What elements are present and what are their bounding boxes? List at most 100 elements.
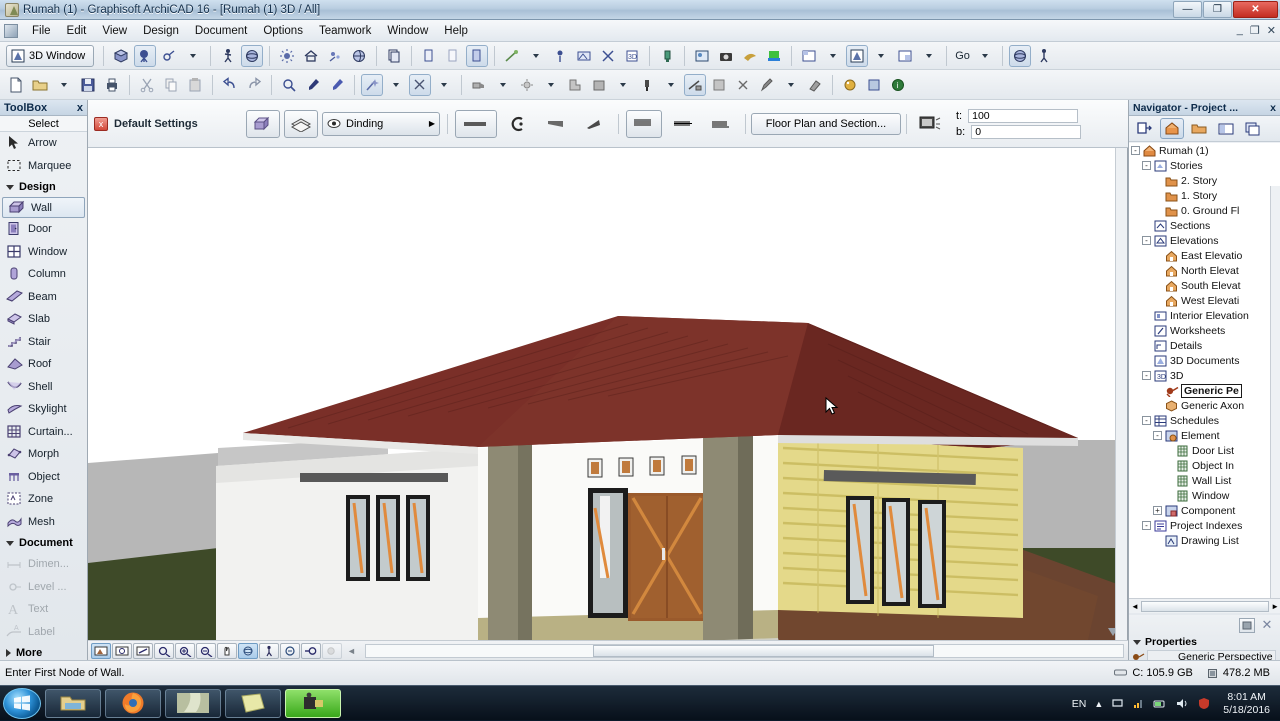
chevron-down-icon[interactable] bbox=[492, 74, 514, 96]
tree-item-details[interactable]: Details bbox=[1129, 338, 1280, 353]
animation-icon[interactable] bbox=[324, 45, 346, 67]
detail-view-icon[interactable] bbox=[894, 45, 916, 67]
toolbox-item-shell[interactable]: Shell bbox=[0, 376, 87, 399]
toolbox-item-stair[interactable]: Stair bbox=[0, 331, 87, 354]
fill-icon[interactable] bbox=[588, 74, 610, 96]
horizontal-scrollbar[interactable] bbox=[364, 643, 1124, 658]
tree-item-elevations[interactable]: - Elevations bbox=[1129, 233, 1280, 248]
info-icon[interactable]: i bbox=[887, 74, 909, 96]
tree-item-door-list[interactable]: Door List bbox=[1129, 443, 1280, 458]
globe-icon[interactable] bbox=[348, 45, 370, 67]
tree-item-object-in[interactable]: Object In bbox=[1129, 458, 1280, 473]
paint-bucket-icon[interactable] bbox=[656, 45, 678, 67]
grid-icon[interactable] bbox=[708, 74, 730, 96]
collapse-icon[interactable]: - bbox=[1131, 146, 1140, 155]
toolbox-group-document[interactable]: Document bbox=[0, 533, 87, 553]
target-icon[interactable] bbox=[549, 45, 571, 67]
collapse-icon[interactable]: - bbox=[1142, 161, 1151, 170]
tree-item-west-elevati[interactable]: West Elevati bbox=[1129, 293, 1280, 308]
pan-icon[interactable] bbox=[217, 642, 237, 659]
chevron-down-icon[interactable] bbox=[918, 45, 940, 67]
menu-item-document[interactable]: Document bbox=[187, 22, 255, 40]
toolbox-item-zone[interactable]: Zone bbox=[0, 488, 87, 511]
menu-item-edit[interactable]: Edit bbox=[59, 22, 95, 40]
menu-item-view[interactable]: View bbox=[94, 22, 135, 40]
tree-item-south-elevat[interactable]: South Elevat bbox=[1129, 278, 1280, 293]
wall-preview-button[interactable] bbox=[246, 109, 280, 138]
home-icon[interactable] bbox=[300, 45, 322, 67]
collapse-icon[interactable]: - bbox=[1142, 416, 1151, 425]
trapezoid-wall-button[interactable] bbox=[539, 110, 573, 138]
tree-item-2--story[interactable]: 2. Story bbox=[1129, 173, 1280, 188]
menu-item-design[interactable]: Design bbox=[135, 22, 187, 40]
sun-tool-icon[interactable] bbox=[516, 74, 538, 96]
measure-icon[interactable] bbox=[501, 45, 523, 67]
save-icon[interactable] bbox=[77, 74, 99, 96]
tree-item-east-elevatio[interactable]: East Elevatio bbox=[1129, 248, 1280, 263]
zoom-rectangle-icon[interactable] bbox=[112, 642, 132, 659]
project-map-icon[interactable] bbox=[1160, 118, 1184, 139]
bird-icon[interactable] bbox=[739, 45, 761, 67]
toolbox-item-wall[interactable]: Wall bbox=[2, 197, 85, 218]
tree-item-0--ground-fl[interactable]: 0. Ground Fl bbox=[1129, 203, 1280, 218]
tree-item-window[interactable]: Window bbox=[1129, 488, 1280, 503]
toolbox-item-roof[interactable]: Roof bbox=[0, 353, 87, 376]
paint-icon[interactable] bbox=[636, 74, 658, 96]
polygon-wall-button[interactable] bbox=[577, 110, 611, 138]
trace-icon[interactable] bbox=[573, 45, 595, 67]
chevron-down-icon[interactable] bbox=[525, 45, 547, 67]
sun-icon[interactable] bbox=[276, 45, 298, 67]
scrollbar-thumb[interactable] bbox=[593, 644, 934, 657]
tree-item-schedules[interactable]: - Schedules bbox=[1129, 413, 1280, 428]
redo-icon[interactable] bbox=[243, 74, 265, 96]
tree-item-component[interactable]: + Component bbox=[1129, 503, 1280, 518]
3d-window-button[interactable]: 3D Window bbox=[6, 44, 95, 67]
toolbox-item-curtain[interactable]: Curtain... bbox=[0, 421, 87, 444]
tree-item-project-indexes[interactable]: - Project Indexes bbox=[1129, 518, 1280, 533]
greenery-icon[interactable] bbox=[763, 45, 785, 67]
tree-item-generic-axon[interactable]: Generic Axon bbox=[1129, 398, 1280, 413]
firefox-icon[interactable] bbox=[105, 688, 161, 718]
tree-item-stories[interactable]: - Stories bbox=[1129, 158, 1280, 173]
eraser-icon[interactable] bbox=[804, 74, 826, 96]
walk-icon[interactable] bbox=[259, 642, 279, 659]
scissors-icon[interactable] bbox=[409, 73, 431, 96]
tree-item-sections[interactable]: Sections bbox=[1129, 218, 1280, 233]
zoom-out-icon[interactable] bbox=[196, 642, 216, 659]
toolbox-group-design[interactable]: Design bbox=[0, 177, 87, 197]
new-document-icon[interactable] bbox=[5, 74, 27, 96]
walk-icon[interactable] bbox=[217, 45, 239, 67]
fit-in-window-icon[interactable] bbox=[91, 642, 111, 659]
tree-item-north-elevat[interactable]: North Elevat bbox=[1129, 263, 1280, 278]
properties-header[interactable]: Properties bbox=[1129, 635, 1280, 649]
chevron-down-icon[interactable] bbox=[870, 45, 892, 67]
tree-item-1--story[interactable]: 1. Story bbox=[1129, 188, 1280, 203]
tree-item-generic-pe[interactable]: Generic Pe bbox=[1129, 383, 1280, 398]
walk-mode-icon[interactable] bbox=[1033, 45, 1055, 67]
toolbox-item-skylight[interactable]: Skylight bbox=[0, 398, 87, 421]
view-map-icon[interactable] bbox=[1187, 118, 1211, 139]
volume-icon[interactable] bbox=[1175, 697, 1189, 710]
info-box-close-icon[interactable]: x bbox=[94, 116, 108, 131]
wall-ref-line-button[interactable] bbox=[626, 109, 662, 138]
tree-item-element[interactable]: - Element bbox=[1129, 428, 1280, 443]
clone-icon[interactable] bbox=[442, 45, 464, 67]
minimize-button[interactable]: — bbox=[1173, 1, 1202, 18]
tree-item-3d-documents[interactable]: 3D Documents bbox=[1129, 353, 1280, 368]
bottom-value[interactable]: 0 bbox=[971, 124, 1082, 139]
explore-icon[interactable] bbox=[280, 642, 300, 659]
notepad-icon[interactable] bbox=[225, 688, 281, 718]
network-icon[interactable] bbox=[1132, 697, 1145, 710]
chevron-down-icon[interactable] bbox=[660, 74, 682, 96]
duplicate-icon[interactable] bbox=[418, 45, 440, 67]
chevron-down-icon[interactable] bbox=[53, 74, 75, 96]
copy-view-icon[interactable] bbox=[383, 45, 405, 67]
toolbox-close-icon[interactable]: x bbox=[77, 102, 83, 114]
publisher-sets-icon[interactable] bbox=[1241, 118, 1265, 139]
align-icon[interactable] bbox=[597, 45, 619, 67]
floor-plan-section-button[interactable]: Floor Plan and Section... bbox=[751, 112, 901, 135]
chevron-down-icon[interactable] bbox=[433, 74, 455, 96]
tree-item-interior-elevation[interactable]: Interior Elevation bbox=[1129, 308, 1280, 323]
corner-icon[interactable] bbox=[564, 74, 586, 96]
materials-icon[interactable] bbox=[863, 74, 885, 96]
